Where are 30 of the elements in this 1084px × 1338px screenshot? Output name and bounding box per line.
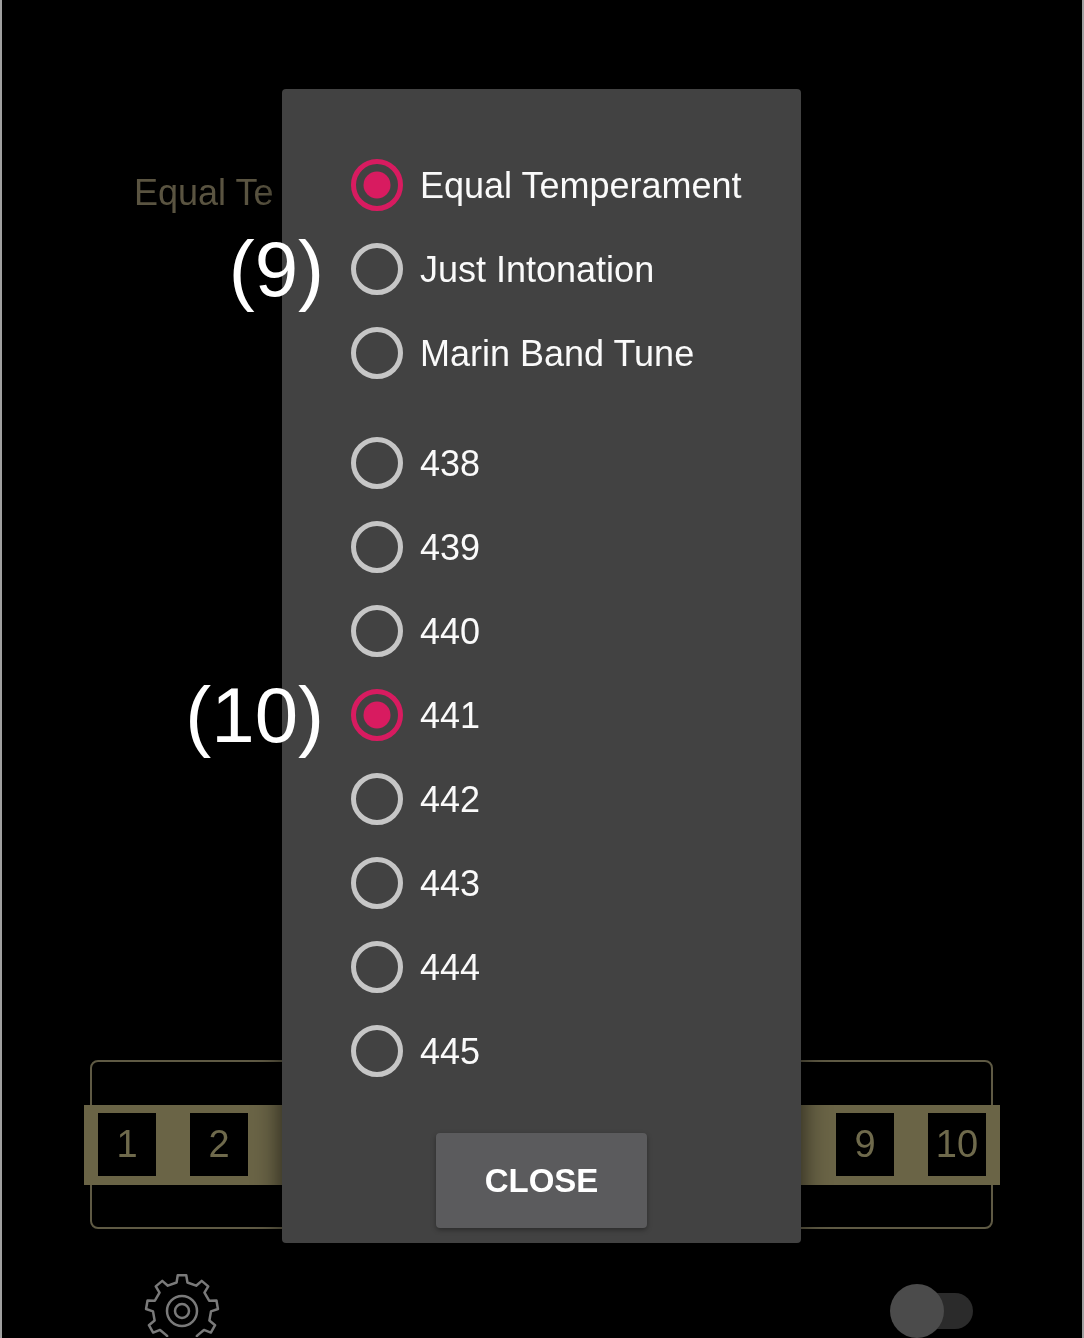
radio-option[interactable]: Equal Temperament — [351, 159, 742, 211]
radio-option[interactable]: Marin Band Tune — [351, 327, 695, 379]
radio-icon[interactable] — [351, 941, 403, 993]
radio-icon[interactable] — [351, 773, 403, 825]
radio-icon[interactable] — [351, 1025, 403, 1077]
radio-icon[interactable] — [351, 159, 403, 211]
number-key[interactable]: 2 — [190, 1113, 248, 1176]
radio-option[interactable]: 445 — [351, 1025, 481, 1077]
radio-icon[interactable] — [351, 437, 403, 489]
radio-icon[interactable] — [351, 605, 403, 657]
radio-icon[interactable] — [351, 243, 403, 295]
number-key[interactable]: 9 — [836, 1113, 894, 1176]
radio-option[interactable]: 444 — [351, 941, 481, 993]
close-button[interactable]: CLOSE — [436, 1133, 647, 1228]
radio-icon[interactable] — [351, 689, 403, 741]
radio-option[interactable]: 442 — [351, 773, 481, 825]
radio-icon[interactable] — [351, 857, 403, 909]
radio-option[interactable]: 438 — [351, 437, 481, 489]
number-key[interactable]: 1 — [98, 1113, 156, 1176]
radio-option[interactable]: 443 — [351, 857, 481, 909]
radio-option[interactable]: 441 — [351, 689, 481, 741]
radio-icon[interactable] — [351, 327, 403, 379]
toggle-switch[interactable] — [890, 1284, 973, 1338]
mode-label: Equal Te — [134, 171, 274, 214]
radio-option[interactable]: Just Intonation — [351, 243, 655, 295]
radio-option[interactable]: 439 — [351, 521, 481, 573]
radio-icon[interactable] — [351, 521, 403, 573]
number-key[interactable]: 10 — [928, 1113, 986, 1176]
settings-icon[interactable] — [144, 1273, 220, 1337]
radio-option[interactable]: 440 — [351, 605, 481, 657]
